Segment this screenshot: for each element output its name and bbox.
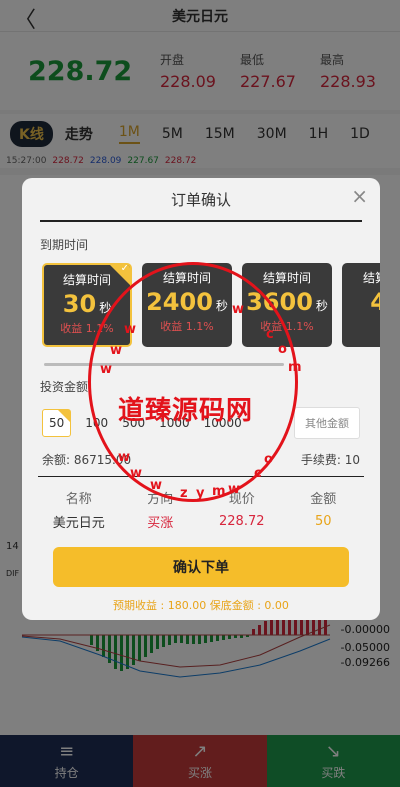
col-header: 名称 [65, 491, 92, 507]
close-icon[interactable]: × [351, 184, 368, 208]
check-icon: ✓ [120, 263, 129, 274]
watermark-letter: w [232, 302, 245, 317]
confirm-order-button[interactable]: 确认下单 [53, 547, 349, 587]
table-row: 美元日元 买涨 228.72 50 [38, 509, 364, 533]
selected-corner [58, 410, 71, 422]
watermark-letter: w [228, 482, 241, 497]
watermark-letter: w [110, 343, 123, 358]
card-title: 结算时间 [262, 271, 311, 285]
cell-price: 228.72 [219, 513, 265, 529]
watermark-letter: w [124, 322, 137, 337]
fee-text: 手续费: 10 [300, 453, 360, 467]
card-time: 48 [342, 288, 380, 316]
other-amount-input[interactable]: 其他金额 [294, 407, 360, 439]
watermark-text: 道臻源码网 [118, 396, 254, 426]
watermark-letter: c [266, 327, 274, 342]
watermark-letter: w [130, 466, 143, 481]
watermark-letter: w [118, 450, 131, 465]
col-header: 金额 [310, 491, 337, 507]
card-title: 结算时间 [362, 271, 380, 285]
cell-name: 美元日元 [52, 515, 105, 531]
watermark-letter: c [254, 466, 262, 481]
dialog-header: 订单确认 × [40, 178, 368, 222]
cell-direction: 买涨 [147, 515, 174, 531]
amount-option-50[interactable]: 50 [42, 409, 72, 437]
watermark-letter: w [100, 362, 113, 377]
dialog-title: 订单确认 [170, 190, 231, 209]
expire-option-partial[interactable]: 结算时间 48 [342, 263, 380, 347]
expire-time-label: 到期时间 [40, 238, 89, 252]
watermark-letter: y [196, 486, 205, 501]
cell-amount: 50 [314, 513, 332, 529]
watermark-letter: m [288, 360, 302, 375]
card-time-value: 48 [370, 288, 380, 316]
watermark-letter: z [180, 486, 188, 501]
watermark-letter: o [278, 342, 287, 357]
card-time-unit: 秒 [315, 299, 328, 313]
watermark-letter: o [264, 452, 273, 467]
watermark-letter: m [212, 484, 226, 499]
watermark-letter: w [150, 478, 163, 493]
card-time-value: 30 [62, 290, 97, 318]
expected-profit-text: 预期收益 : 180.00 保底金额 : 0.00 [113, 599, 289, 612]
